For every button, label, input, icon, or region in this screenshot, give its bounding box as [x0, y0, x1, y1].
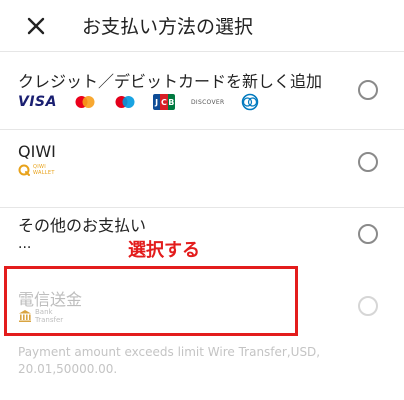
header: お支払い方法の選択: [0, 0, 404, 52]
diners-club-logo: [240, 93, 260, 111]
close-button[interactable]: [24, 14, 48, 38]
discover-logo: DISCOVER: [190, 98, 225, 106]
other-option-more: ...: [18, 236, 32, 252]
close-icon: [27, 17, 45, 35]
wire-radio-button: [358, 296, 378, 316]
qiwi-radio-button[interactable]: [358, 152, 378, 172]
card-radio-button[interactable]: [358, 80, 378, 100]
payment-option-qiwi[interactable]: QIWI QIWI WALLET: [0, 130, 404, 208]
payment-option-card[interactable]: クレジット／デビットカードを新しく追加 VISA J C B DISCOVER: [0, 52, 404, 130]
card-brand-logos: VISA J C B DISCOVER: [18, 92, 276, 112]
qiwi-logo: QIWI WALLET: [18, 164, 55, 176]
qiwi-option-label: QIWI: [18, 142, 56, 161]
page-title: お支払い方法の選択: [82, 16, 254, 38]
maestro-logo: [113, 93, 137, 111]
qiwi-icon: [18, 164, 30, 176]
payment-option-other[interactable]: その他のお支払い ...: [0, 208, 404, 262]
other-radio-button[interactable]: [358, 224, 378, 244]
limit-message: Payment amount exceeds limit Wire Transf…: [18, 345, 321, 376]
select-callout: 選択する: [128, 240, 200, 261]
mastercard-logo: [73, 93, 97, 111]
other-option-label: その他のお支払い: [18, 216, 147, 235]
card-option-label: クレジット／デビットカードを新しく追加: [18, 72, 323, 91]
jcb-logo: J C B: [152, 93, 175, 111]
visa-logo: VISA: [18, 94, 57, 110]
highlight-box: [4, 266, 298, 336]
